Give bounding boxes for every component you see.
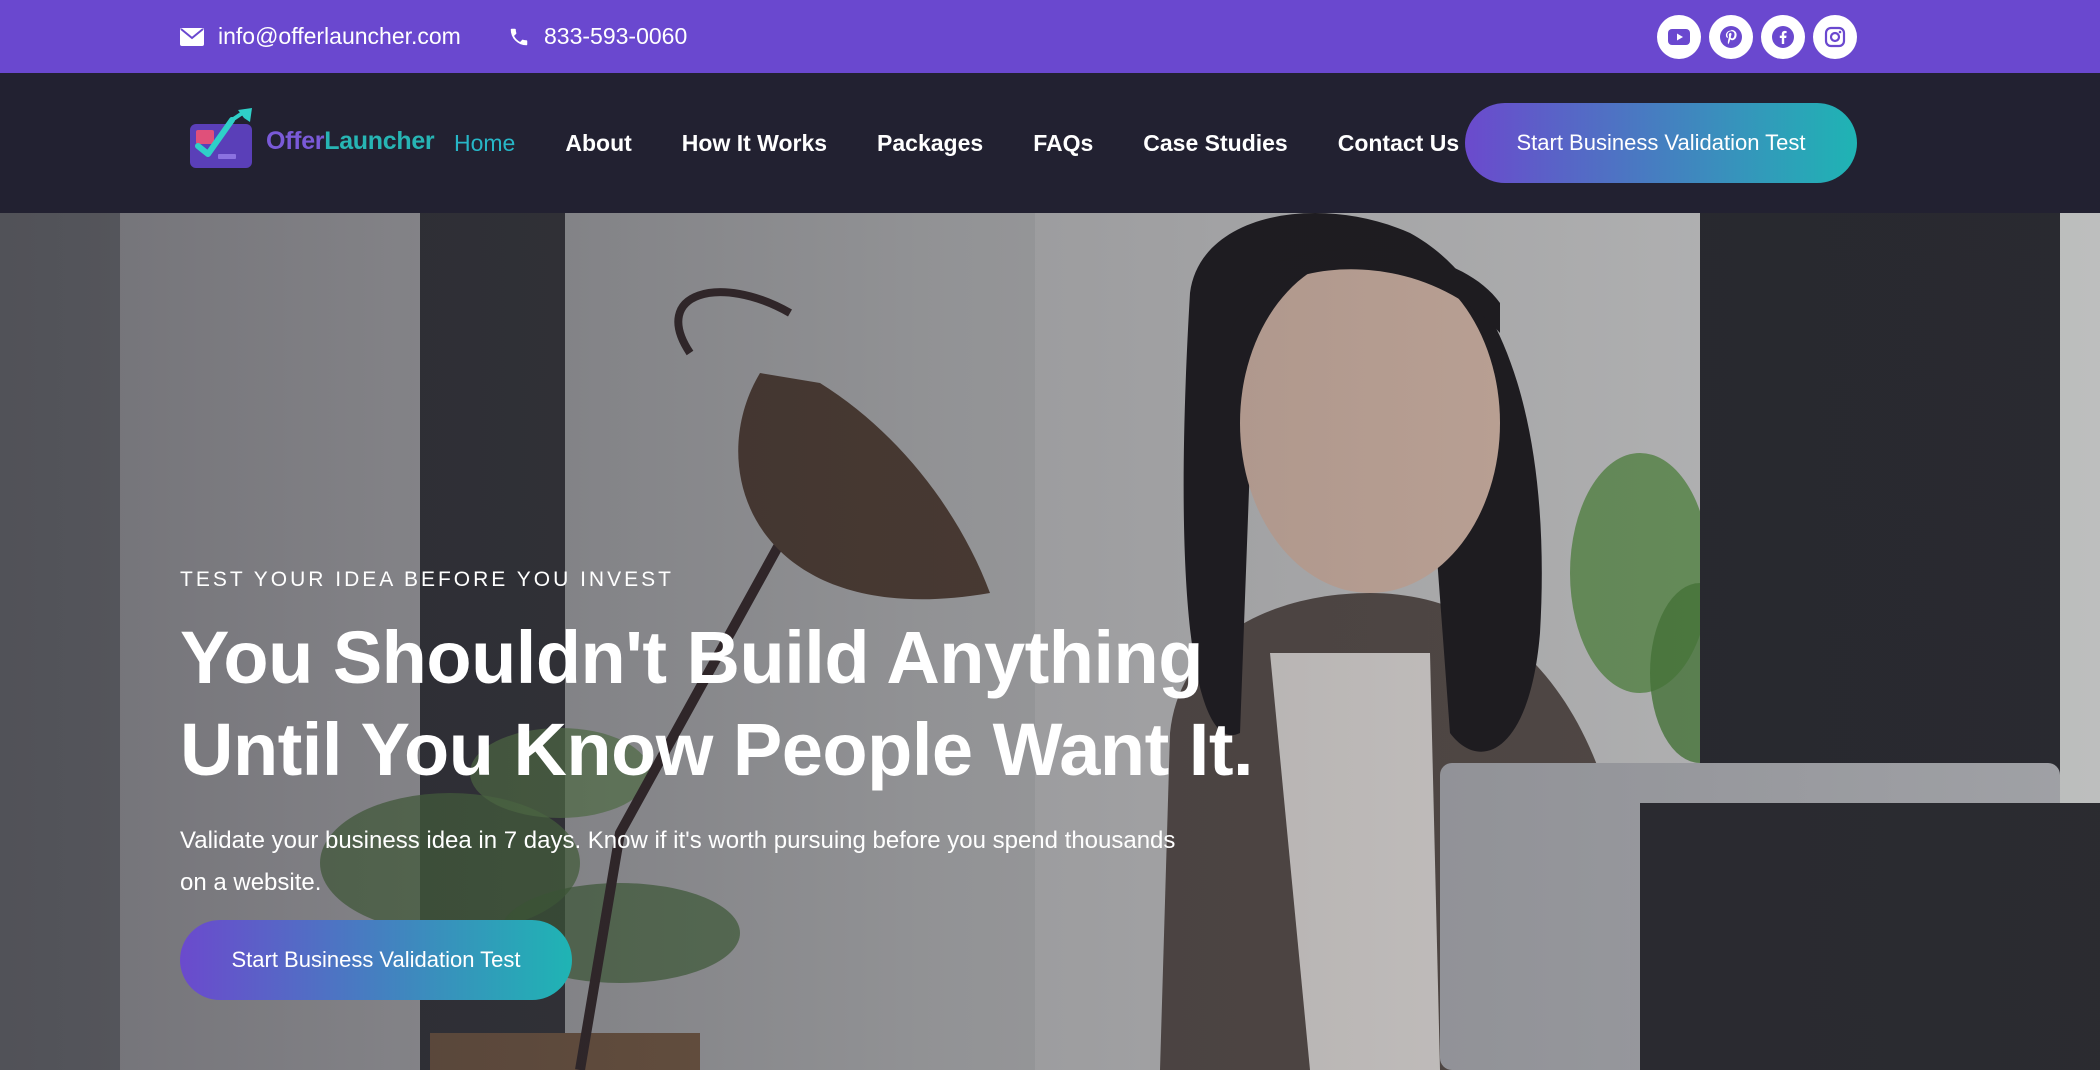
phone-text: 833-593-0060 [544, 23, 688, 49]
nav-item-home[interactable]: Home [454, 130, 515, 157]
nav-item-packages[interactable]: Packages [877, 130, 983, 157]
hero-headline: You Shouldn't Build Anything Until You K… [180, 612, 1280, 796]
pinterest-icon[interactable] [1709, 15, 1753, 59]
hero-headline-line-2: Until You Know People Want It. [180, 708, 1254, 791]
nav-cta-button[interactable]: Start Business Validation Test [1465, 103, 1857, 183]
brand-word-launcher: Launcher [324, 126, 435, 155]
phone-icon [508, 26, 530, 48]
hero-headline-line-1: You Shouldn't Build Anything [180, 616, 1203, 699]
top-contact-bar: info@offerlauncher.com 833-593-0060 [0, 0, 2100, 73]
brand-word-offer: Offer [266, 126, 325, 155]
youtube-icon[interactable] [1657, 15, 1701, 59]
phone-link[interactable]: 833-593-0060 [508, 0, 687, 73]
nav-item-contact-us[interactable]: Contact Us [1338, 130, 1459, 157]
envelope-icon [180, 27, 204, 46]
brand-logo[interactable]: OfferLauncher [188, 106, 435, 177]
hero-subtext: Validate your business idea in 7 days. K… [180, 827, 1176, 896]
social-links [1657, 15, 1857, 59]
nav-item-faqs[interactable]: FAQs [1033, 130, 1093, 157]
nav-item-about[interactable]: About [565, 130, 631, 157]
email-link[interactable]: info@offerlauncher.com [180, 0, 461, 73]
rocket-logo-icon [188, 106, 260, 177]
facebook-icon[interactable] [1761, 15, 1805, 59]
nav-item-how-it-works[interactable]: How It Works [682, 130, 827, 157]
hero-eyebrow: TEST YOUR IDEA BEFORE YOU INVEST [180, 568, 674, 591]
hero-cta-button[interactable]: Start Business Validation Test [180, 920, 572, 1000]
primary-nav: Home About How It Works Packages FAQs Ca… [454, 73, 1509, 213]
email-text: info@offerlauncher.com [218, 23, 461, 49]
nav-item-case-studies[interactable]: Case Studies [1143, 130, 1287, 157]
instagram-icon[interactable] [1813, 15, 1857, 59]
brand-wordmark: OfferLauncher [266, 126, 435, 156]
